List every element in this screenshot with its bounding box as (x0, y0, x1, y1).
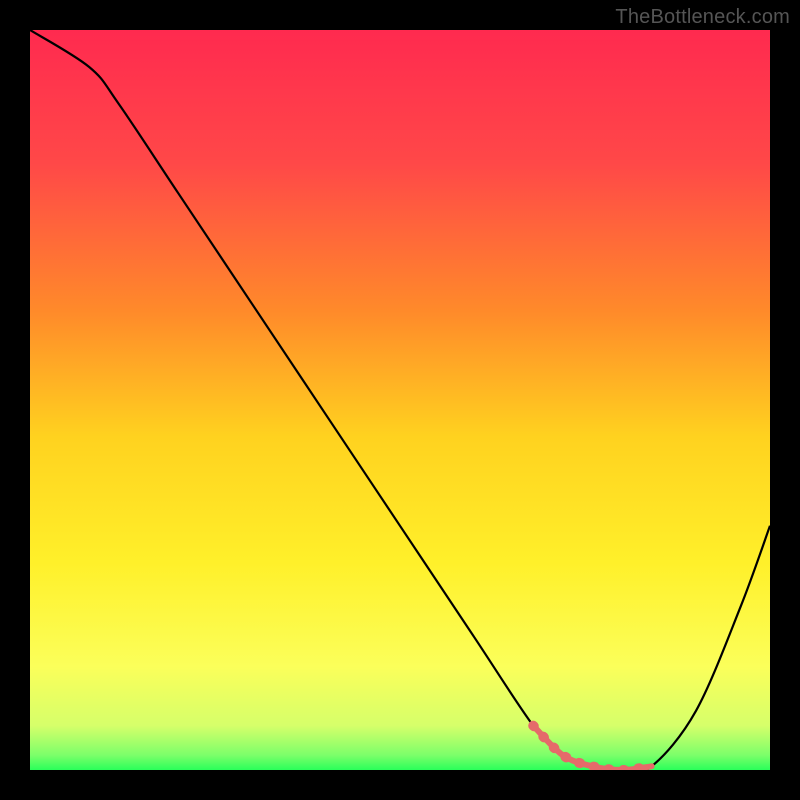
chart-frame: TheBottleneck.com (0, 0, 800, 800)
watermark-text: TheBottleneck.com (615, 6, 790, 29)
gradient-background (30, 30, 770, 770)
chart-svg (30, 30, 770, 770)
chart-plot (30, 30, 770, 770)
